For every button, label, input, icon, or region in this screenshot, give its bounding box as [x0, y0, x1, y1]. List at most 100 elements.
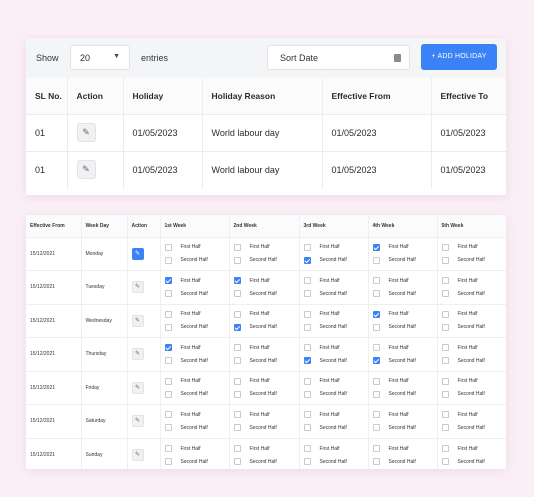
second-half-checkbox[interactable]	[233, 458, 241, 465]
first-half-checkbox[interactable]	[233, 344, 241, 352]
second-half-checkbox[interactable]	[372, 458, 380, 465]
second-half-option[interactable]: Second Half	[233, 322, 299, 333]
first-half-checkbox[interactable]	[164, 310, 172, 318]
second-half-option[interactable]: Second Half	[164, 456, 229, 467]
first-half-option[interactable]: First Half	[164, 409, 229, 420]
first-half-checkbox[interactable]	[441, 344, 449, 352]
second-half-option[interactable]: Second Half	[164, 355, 229, 366]
second-half-option[interactable]: Second Half	[164, 422, 229, 433]
first-half-option[interactable]: First Half	[164, 443, 229, 454]
first-half-option[interactable]: First Half	[233, 342, 299, 353]
second-half-option[interactable]: Second Half	[303, 456, 368, 467]
edit-button[interactable]: ✎	[76, 123, 96, 142]
first-half-checkbox[interactable]	[372, 411, 380, 419]
first-half-checkbox[interactable]	[233, 277, 241, 285]
first-half-option[interactable]: First Half	[303, 242, 368, 253]
first-half-checkbox[interactable]	[233, 445, 241, 452]
first-half-checkbox[interactable]	[303, 277, 311, 285]
first-half-checkbox[interactable]	[233, 243, 241, 251]
first-half-checkbox[interactable]	[372, 344, 380, 352]
first-half-checkbox[interactable]	[303, 310, 311, 318]
second-half-checkbox[interactable]	[441, 390, 449, 398]
second-half-option[interactable]: Second Half	[303, 422, 368, 433]
second-half-checkbox[interactable]	[164, 256, 172, 264]
second-half-checkbox[interactable]	[372, 290, 380, 298]
first-half-option[interactable]: First Half	[233, 443, 299, 454]
first-half-checkbox[interactable]	[233, 310, 241, 318]
second-half-option[interactable]: Second Half	[303, 389, 368, 400]
second-half-checkbox[interactable]	[164, 323, 172, 331]
second-half-checkbox[interactable]	[441, 256, 449, 264]
second-half-checkbox[interactable]	[441, 323, 449, 331]
first-half-option[interactable]: First Half	[303, 409, 368, 420]
second-half-option[interactable]: Second Half	[372, 355, 437, 366]
first-half-option[interactable]: First Half	[372, 242, 437, 253]
first-half-option[interactable]: First Half	[372, 275, 437, 286]
first-half-option[interactable]: First Half	[164, 342, 229, 353]
second-half-checkbox[interactable]	[441, 290, 449, 298]
second-half-checkbox[interactable]	[164, 290, 172, 298]
second-half-checkbox[interactable]	[372, 357, 380, 365]
second-half-checkbox[interactable]	[303, 357, 311, 365]
second-half-option[interactable]: Second Half	[441, 422, 507, 433]
second-half-checkbox[interactable]	[303, 290, 311, 298]
second-half-checkbox[interactable]	[164, 390, 172, 398]
second-half-option[interactable]: Second Half	[164, 389, 229, 400]
second-half-checkbox[interactable]	[233, 290, 241, 298]
second-half-option[interactable]: Second Half	[233, 288, 299, 299]
first-half-option[interactable]: First Half	[303, 376, 368, 387]
second-half-option[interactable]: Second Half	[233, 389, 299, 400]
first-half-option[interactable]: First Half	[303, 342, 368, 353]
second-half-option[interactable]: Second Half	[372, 422, 437, 433]
first-half-checkbox[interactable]	[164, 411, 172, 419]
second-half-checkbox[interactable]	[233, 357, 241, 365]
second-half-option[interactable]: Second Half	[164, 322, 229, 333]
first-half-option[interactable]: First Half	[233, 275, 299, 286]
first-half-option[interactable]: First Half	[441, 242, 507, 253]
second-half-option[interactable]: Second Half	[303, 255, 368, 266]
first-half-checkbox[interactable]	[372, 243, 380, 251]
second-half-option[interactable]: Second Half	[233, 422, 299, 433]
first-half-option[interactable]: First Half	[164, 275, 229, 286]
second-half-option[interactable]: Second Half	[441, 389, 507, 400]
second-half-checkbox[interactable]	[233, 323, 241, 331]
second-half-checkbox[interactable]	[233, 424, 241, 432]
first-half-checkbox[interactable]	[164, 243, 172, 251]
second-half-checkbox[interactable]	[303, 458, 311, 465]
second-half-checkbox[interactable]	[372, 256, 380, 264]
first-half-option[interactable]: First Half	[303, 275, 368, 286]
second-half-checkbox[interactable]	[372, 390, 380, 398]
first-half-option[interactable]: First Half	[372, 409, 437, 420]
first-half-checkbox[interactable]	[303, 344, 311, 352]
first-half-checkbox[interactable]	[303, 411, 311, 419]
first-half-checkbox[interactable]	[164, 445, 172, 452]
first-half-checkbox[interactable]	[233, 411, 241, 419]
second-half-option[interactable]: Second Half	[441, 255, 507, 266]
first-half-checkbox[interactable]	[441, 411, 449, 419]
second-half-option[interactable]: Second Half	[441, 322, 507, 333]
first-half-checkbox[interactable]	[303, 445, 311, 452]
second-half-option[interactable]: Second Half	[233, 255, 299, 266]
second-half-checkbox[interactable]	[441, 357, 449, 365]
first-half-option[interactable]: First Half	[441, 376, 507, 387]
second-half-checkbox[interactable]	[164, 458, 172, 465]
first-half-option[interactable]: First Half	[233, 242, 299, 253]
first-half-option[interactable]: First Half	[372, 376, 437, 387]
first-half-checkbox[interactable]	[441, 377, 449, 385]
first-half-option[interactable]: First Half	[233, 409, 299, 420]
second-half-checkbox[interactable]	[233, 390, 241, 398]
entries-per-page-select[interactable]: 20 ▼	[70, 45, 130, 70]
first-half-option[interactable]: First Half	[441, 309, 507, 320]
second-half-checkbox[interactable]	[164, 424, 172, 432]
second-half-checkbox[interactable]	[233, 256, 241, 264]
first-half-option[interactable]: First Half	[372, 443, 437, 454]
second-half-checkbox[interactable]	[303, 424, 311, 432]
second-half-option[interactable]: Second Half	[441, 355, 507, 366]
edit-button[interactable]: ✎	[131, 381, 144, 394]
first-half-checkbox[interactable]	[164, 377, 172, 385]
first-half-option[interactable]: First Half	[164, 309, 229, 320]
second-half-option[interactable]: Second Half	[303, 288, 368, 299]
first-half-checkbox[interactable]	[372, 445, 380, 452]
edit-button[interactable]: ✎	[131, 415, 144, 428]
second-half-option[interactable]: Second Half	[303, 355, 368, 366]
